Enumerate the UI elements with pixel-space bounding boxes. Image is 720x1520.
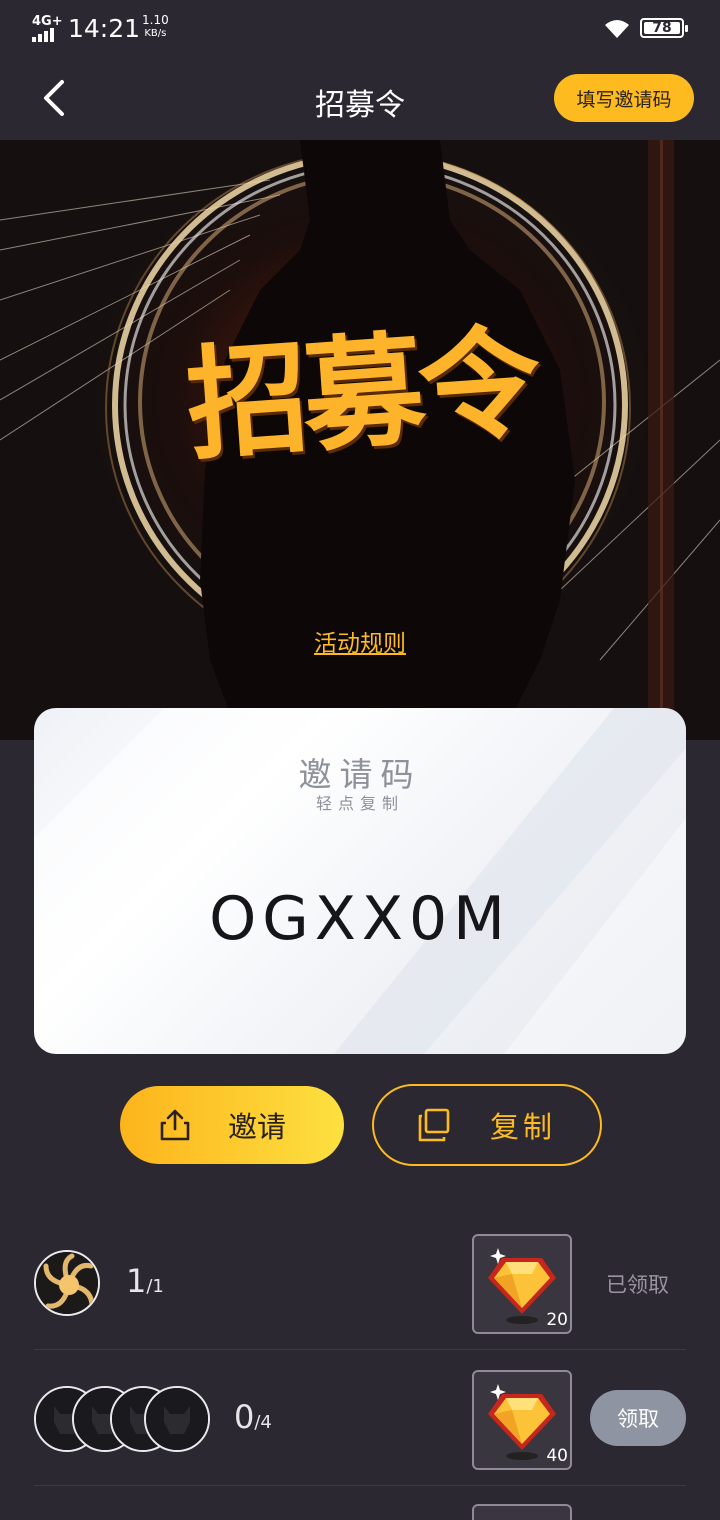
copy-button-label: 复制 <box>490 1110 557 1144</box>
hero-title-art: 招募令 <box>182 309 540 477</box>
invite-count-value: 0 <box>234 1398 255 1436</box>
copy-button[interactable]: 复制 <box>372 1084 602 1166</box>
signal-icon: 4G+ <box>32 14 63 42</box>
reward-row: 0/4 40 领取 <box>34 1350 686 1486</box>
avatar <box>34 1250 100 1316</box>
network-type: 4G+ <box>32 14 63 29</box>
reward-row-partial <box>472 1504 572 1520</box>
invite-card-subtitle: 轻点复制 <box>315 794 404 813</box>
fill-invite-code-button[interactable]: 填写邀请码 <box>554 74 694 122</box>
invite-count-total: /1 <box>146 1276 164 1297</box>
hero-banner: 招募令 活动规则 <box>0 140 720 740</box>
invite-card-title: 邀请码 <box>298 755 422 794</box>
invite-count: 0/4 <box>234 1398 272 1436</box>
invite-count-total: /4 <box>254 1412 272 1433</box>
claim-button[interactable]: 领取 <box>590 1390 686 1446</box>
activity-rules-link[interactable]: 活动规则 <box>0 624 720 658</box>
speed-value: 1.10 <box>142 13 169 27</box>
wifi-icon <box>605 20 629 38</box>
status-time: 14:21 <box>68 14 141 43</box>
avatar-placeholder <box>144 1386 210 1452</box>
invite-code-card[interactable]: 邀请码 轻点复制 OGXX0M <box>34 708 686 1054</box>
gift-amount: 20 <box>546 1310 568 1330</box>
reward-gift-box: 40 <box>472 1370 572 1470</box>
copy-icon <box>418 1108 450 1142</box>
invite-button-label: 邀请 <box>228 1110 287 1144</box>
gift-amount: 40 <box>546 1446 568 1466</box>
reward-gift-box: 20 <box>472 1234 572 1334</box>
battery-icon: 78 <box>640 18 688 38</box>
reward-row: 1/1 20 已领取 <box>34 1214 686 1350</box>
status-bar: 4G+ 14:21 1.10 KB/s 78 <box>0 0 720 58</box>
share-icon <box>160 1109 190 1141</box>
invite-button[interactable]: 邀请 <box>120 1086 344 1164</box>
invite-code[interactable]: OGXX0M <box>34 884 686 954</box>
invite-count-value: 1 <box>126 1262 147 1300</box>
speed-unit: KB/s <box>144 28 167 39</box>
network-speed: 1.10 KB/s <box>142 14 169 40</box>
battery-level: 78 <box>652 20 672 36</box>
invite-count: 1/1 <box>126 1262 164 1300</box>
nav-bar: 招募令 填写邀请码 <box>0 58 720 140</box>
claimed-status: 已领取 <box>606 1273 669 1297</box>
